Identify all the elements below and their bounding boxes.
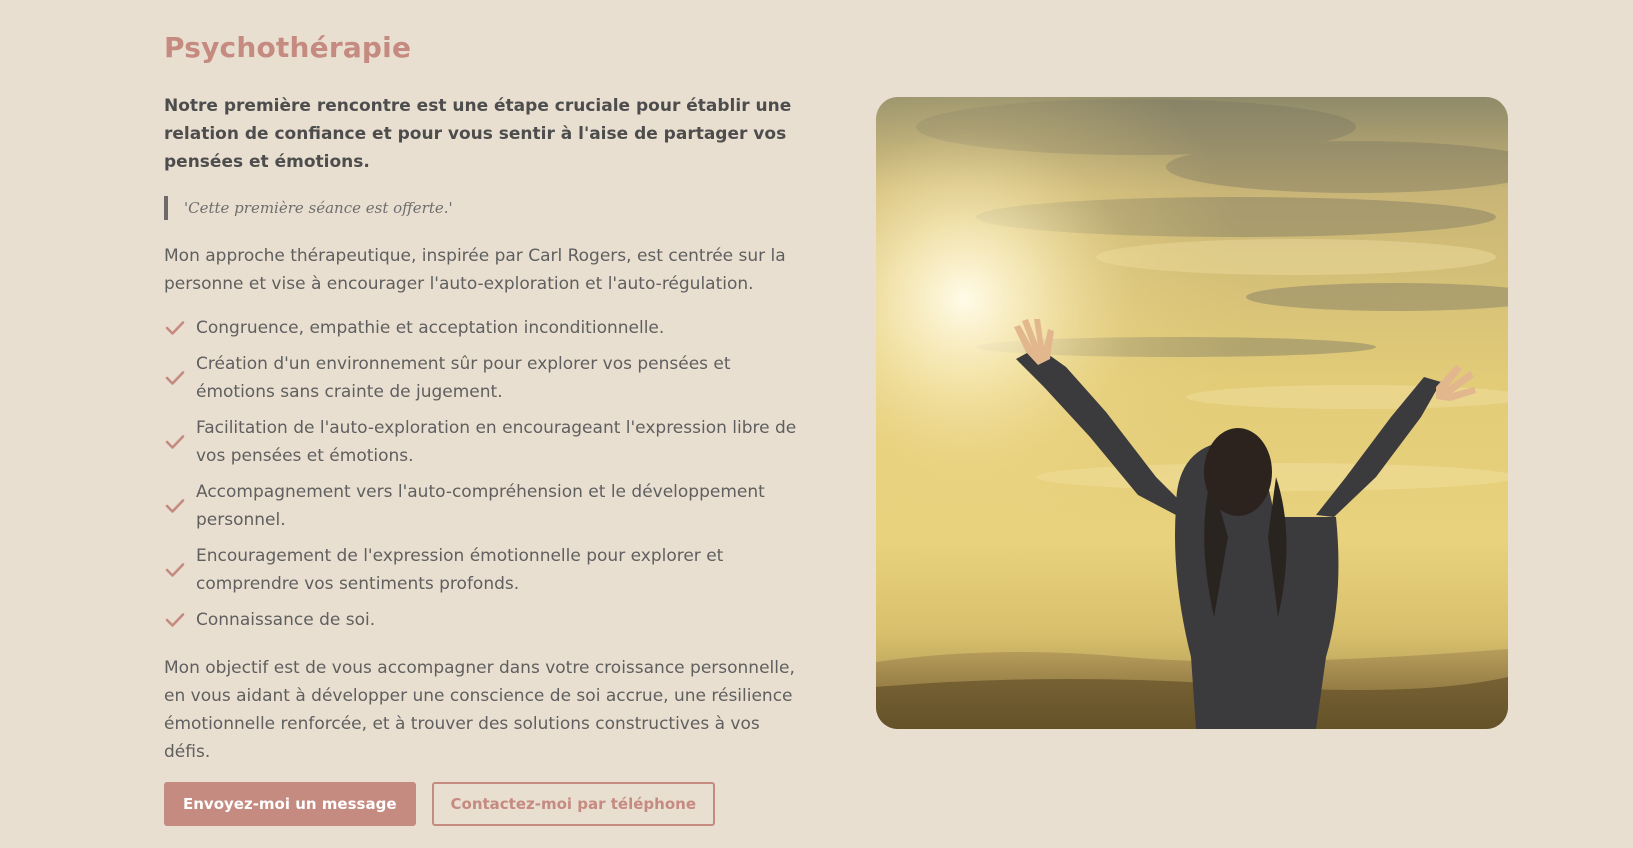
hero-photo [876, 97, 1508, 729]
call-phone-button[interactable]: Contactez-moi par téléphone [431, 782, 715, 826]
check-icon [164, 368, 186, 388]
approach-paragraph: Mon approche thérapeutique, inspirée par… [164, 246, 786, 294]
list-item: Création d'un environnement sûr pour exp… [164, 350, 804, 406]
check-icon [164, 560, 186, 580]
list-item-text: Accompagnement vers l'auto-compréhension… [196, 482, 765, 530]
lead-paragraph: Notre première rencontre est une étape c… [164, 96, 792, 172]
send-message-button[interactable]: Envoyez-moi un message [164, 782, 416, 826]
objective-paragraph: Mon objectif est de vous accompagner dan… [164, 658, 795, 762]
list-item: Connaissance de soi. [164, 606, 804, 634]
section-title: Psychothérapie [164, 31, 412, 64]
check-icon [164, 318, 186, 338]
quote-block: 'Cette première séance est offerte.' [164, 196, 804, 220]
list-item: Encouragement de l'expression émotionnel… [164, 542, 804, 598]
check-icon [164, 496, 186, 516]
sunset-woman-image [876, 97, 1508, 729]
list-item-text: Congruence, empathie et acceptation inco… [196, 318, 665, 338]
content-column: Psychothérapie Notre première rencontre … [164, 26, 804, 826]
list-item: Congruence, empathie et acceptation inco… [164, 314, 804, 342]
list-item-text: Facilitation de l'auto-exploration en en… [196, 418, 797, 466]
list-item: Accompagnement vers l'auto-compréhension… [164, 478, 804, 534]
check-list: Congruence, empathie et acceptation inco… [164, 314, 804, 634]
check-icon [164, 610, 186, 630]
check-icon [164, 432, 186, 452]
psychotherapy-section: Psychothérapie Notre première rencontre … [0, 0, 1633, 848]
list-item: Facilitation de l'auto-exploration en en… [164, 414, 804, 470]
cta-buttons: Envoyez-moi un message Contactez-moi par… [164, 782, 804, 826]
list-item-text: Création d'un environnement sûr pour exp… [196, 354, 731, 402]
list-item-text: Connaissance de soi. [196, 610, 376, 630]
list-item-text: Encouragement de l'expression émotionnel… [196, 546, 724, 594]
